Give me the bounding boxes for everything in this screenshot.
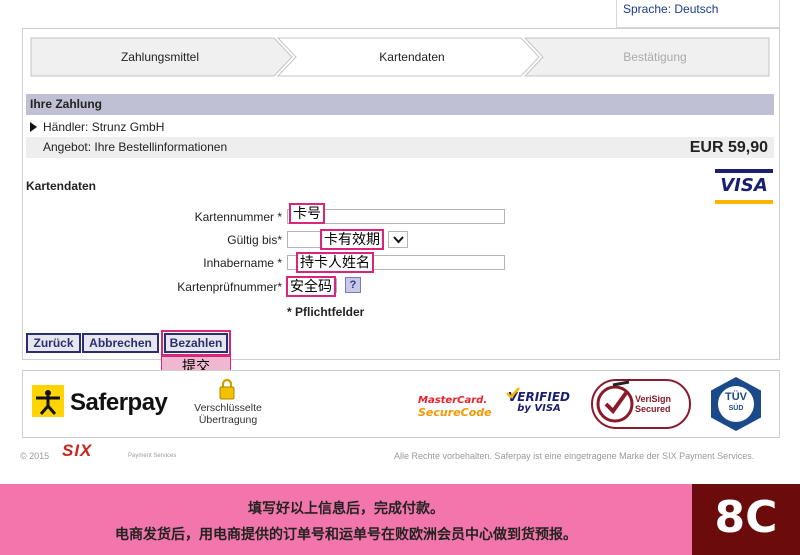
secure-transfer-line1: Verschlüsselte (194, 402, 262, 414)
sud-text: SÜD (728, 405, 744, 412)
by-visa-text: by VISA (517, 403, 561, 414)
visa-logo: VISA (715, 169, 773, 205)
checkmark-icon (506, 387, 520, 399)
cvc-help-button[interactable]: ? (345, 277, 361, 293)
merchant-name: Händler: Strunz GmbH (43, 120, 165, 134)
verisign-secured-logo: VeriSign Secured (591, 379, 691, 429)
banner-line-1: 填写好以上信息后，完成付款。 (248, 500, 444, 516)
step-payment-method: Zahlungsmittel (120, 50, 200, 64)
saferpay-icon (32, 385, 64, 417)
payment-header: Ihre Zahlung (26, 94, 774, 115)
cvc-annotation: 安全码 (286, 276, 336, 297)
saferpay-logo-text: Saferpay (70, 389, 168, 416)
expiry-label: Gültig bis* (227, 233, 282, 247)
securecode-text: SecureCode (418, 406, 492, 419)
holder-annotation: 持卡人姓名 (296, 252, 374, 273)
card-section-title: Kartendaten (26, 179, 97, 193)
mastercard-securecode-logo: MasterCard. SecureCode (418, 395, 492, 419)
tuv-text: TÜV (725, 391, 747, 403)
verisign-secured-text: Secured (635, 404, 671, 414)
payment-header-title: Ihre Zahlung (30, 97, 102, 111)
cvc-label: Kartenprüfnummer* (177, 280, 282, 294)
payment-amount: EUR 59,90 (689, 139, 768, 156)
lock-icon (219, 378, 235, 400)
merchant-row[interactable]: Händler: Strunz GmbH (26, 117, 774, 137)
back-button[interactable]: Zurück (26, 333, 81, 353)
step-confirmation: Bestätigung (623, 50, 687, 64)
verisign-text: VeriSign (635, 394, 672, 404)
brand-logo-box: 8C (692, 484, 800, 555)
expand-arrow-icon[interactable] (30, 122, 38, 132)
language-selector[interactable]: Sprache: Deutsch (616, 0, 780, 28)
tuv-sud-logo: TÜV SÜD (707, 375, 765, 433)
copyright-text: © 2015 (20, 451, 50, 461)
instruction-banner (0, 484, 692, 555)
card-number-label: Kartennummer * (194, 210, 282, 224)
offer-row: Angebot: Ihre Bestellinformationen EUR 5… (26, 137, 774, 158)
holder-label: Inhabername * (203, 256, 282, 270)
payment-panel (22, 28, 780, 360)
visa-logo-text: VISA (715, 173, 773, 199)
secure-transfer-line2: Übertragung (198, 414, 258, 426)
expiry-month-select[interactable] (287, 231, 321, 248)
pay-button-highlight (161, 330, 231, 356)
chevron-down-icon[interactable] (393, 236, 404, 244)
verified-by-visa-logo: VERIFIED by VISA (502, 387, 576, 415)
card-number-annotation: 卡号 (289, 203, 325, 224)
expiry-annotation: 卡有效期 (320, 229, 384, 250)
six-logo: SIX (62, 441, 93, 460)
banner-line-2: 电商发货后，用电商提供的订单号和运单号在败欧洲会员中心做到货预报。 (115, 526, 577, 542)
six-subtitle: Payment Services (128, 453, 177, 459)
rights-text: Alle Rechte vorbehalten. Saferpay ist ei… (394, 451, 755, 461)
brand-logo-text: 8C (714, 492, 778, 543)
offer-text: Angebot: Ihre Bestellinformationen (43, 140, 228, 154)
cancel-button[interactable]: Abbrechen (82, 333, 159, 353)
required-fields-note: * Pflichtfelder (287, 305, 365, 319)
language-label: Sprache: Deutsch (623, 2, 719, 16)
step-card-data: Kartendaten (379, 50, 445, 64)
secure-transfer-text: Verschlüsselte Übertragung (188, 402, 268, 426)
expiry-year-select[interactable] (388, 231, 408, 248)
step-indicator: Zahlungsmittel Kartendaten Bestätigung (30, 37, 770, 77)
